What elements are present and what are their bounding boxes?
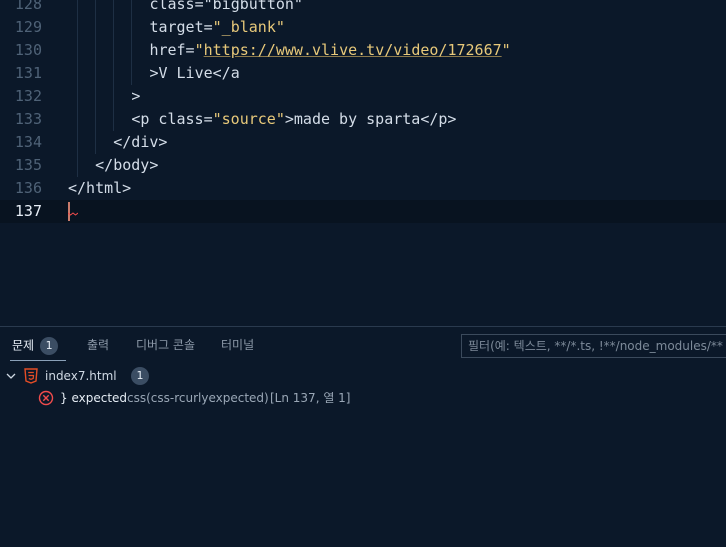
indent-guide <box>131 39 133 62</box>
code-text: </div> <box>113 131 167 154</box>
indent-guide <box>95 131 97 154</box>
code-text: <p class="source">made by sparta</p> <box>131 108 456 131</box>
code-token: "_blank" <box>212 18 285 36</box>
error-squiggle <box>68 212 78 216</box>
problem-item[interactable]: } expected css(css-rcurlyexpected) [Ln 1… <box>0 387 726 409</box>
indent-guide <box>95 85 97 108</box>
indent-guide <box>77 154 79 177</box>
file-name: index7.html <box>45 369 117 383</box>
code-text: href="https://www.vlive.tv/video/172667" <box>149 39 510 62</box>
code-token: https://www.vlive.tv/video/172667 <box>203 41 502 59</box>
code-token: " <box>194 41 204 59</box>
panel-tabs: 문제 1 출력 디버그 콘솔 터미널 <box>0 327 726 365</box>
line-number: 130 <box>14 41 42 59</box>
tab-debug-console[interactable]: 디버그 콘솔 <box>136 337 195 353</box>
problem-source: css(css-rcurlyexpected) <box>127 391 269 405</box>
indent-guide <box>95 16 97 39</box>
code-editor[interactable]: 128 class="bigbutton" 129 target="_blank" 13… <box>0 0 726 326</box>
tab-output-label: 출력 <box>87 338 110 352</box>
code-text: class="bigbutton" <box>149 0 303 16</box>
indent-guide <box>95 62 97 85</box>
indent-guide <box>113 39 115 62</box>
code-line[interactable]: 131 >V Live</a <box>0 62 726 85</box>
indent-guide <box>131 62 133 85</box>
code-token: "source" <box>212 110 285 128</box>
indent-guide <box>77 16 79 39</box>
indent-guide <box>77 39 79 62</box>
code-text: target="_blank" <box>149 16 284 39</box>
indent-guide <box>77 62 79 85</box>
problem-location: [Ln 137, 열 1] <box>270 391 351 405</box>
line-number: 132 <box>14 87 42 105</box>
code-text: >V Live</a <box>149 62 239 85</box>
problem-message: } expected <box>60 391 128 405</box>
line-number: 134 <box>14 133 42 151</box>
indent-guide <box>95 108 97 131</box>
indent-guide <box>113 108 115 131</box>
tab-debug-console-label: 디버그 콘솔 <box>136 338 196 352</box>
code-token: </body> <box>95 156 159 174</box>
indent-guide <box>77 131 79 154</box>
line-number: 131 <box>14 64 42 82</box>
indent-guide <box>113 0 115 16</box>
code-line[interactable]: 129 target="_blank" <box>0 16 726 39</box>
code-line[interactable]: 133 <p class="source">made by sparta</p> <box>0 108 726 131</box>
indent-guide <box>113 16 115 39</box>
code-token: class="bigbutton" <box>149 0 303 13</box>
code-token: </div> <box>113 133 168 151</box>
code-text: </html> <box>68 177 131 200</box>
code-token: > <box>131 87 141 105</box>
code-text: > <box>131 85 140 108</box>
code-token: <p class= <box>131 110 213 128</box>
indent-guide <box>77 108 79 131</box>
line-number: 135 <box>14 156 42 174</box>
indent-guide <box>77 0 79 16</box>
problems-count-badge: 1 <box>40 337 59 355</box>
code-token: href= <box>149 41 195 59</box>
code-token: </html> <box>68 179 132 197</box>
html5-icon <box>24 368 38 384</box>
code-token: >V Live</a <box>149 64 240 82</box>
code-token: >made by sparta</p> <box>284 110 457 128</box>
indent-guide <box>113 62 115 85</box>
file-problem-count-badge: 1 <box>131 367 149 385</box>
indent-guide <box>95 0 97 16</box>
code-line[interactable]: 136 </html> <box>0 177 726 200</box>
bottom-panel: 문제 1 출력 디버그 콘솔 터미널 index7.html 1 } expect… <box>0 326 726 547</box>
current-line[interactable]: 137 <box>0 200 726 223</box>
line-number: 136 <box>14 179 42 197</box>
code-token: target= <box>149 18 213 36</box>
indent-guide <box>131 16 133 39</box>
indent-guide <box>131 0 133 16</box>
tab-output[interactable]: 출력 <box>87 337 109 353</box>
tab-problems-label: 문제 <box>12 338 35 353</box>
chevron-down-icon[interactable] <box>5 370 17 382</box>
line-number: 129 <box>14 18 42 36</box>
active-tab-indicator <box>10 360 66 361</box>
code-text: </body> <box>95 154 158 177</box>
indent-guide <box>77 85 79 108</box>
line-number: 137 <box>14 202 42 220</box>
line-number: 133 <box>14 110 42 128</box>
code-line[interactable]: 128 class="bigbutton" <box>0 0 726 16</box>
tab-terminal[interactable]: 터미널 <box>221 337 254 353</box>
code-line[interactable]: 134 </div> <box>0 131 726 154</box>
problem-file-row[interactable]: index7.html 1 <box>0 365 726 387</box>
indent-guide <box>113 85 115 108</box>
indent-guide <box>95 39 97 62</box>
code-line[interactable]: 132 > <box>0 85 726 108</box>
problems-filter-input[interactable] <box>461 334 726 358</box>
tab-problems[interactable]: 문제 1 <box>12 337 59 355</box>
line-number: 128 <box>14 0 42 13</box>
error-circle-icon <box>38 390 54 406</box>
code-line[interactable]: 135 </body> <box>0 154 726 177</box>
code-token: " <box>501 41 511 59</box>
code-line[interactable]: 130 href="https://www.vlive.tv/video/1726… <box>0 39 726 62</box>
tab-terminal-label: 터미널 <box>221 338 255 352</box>
